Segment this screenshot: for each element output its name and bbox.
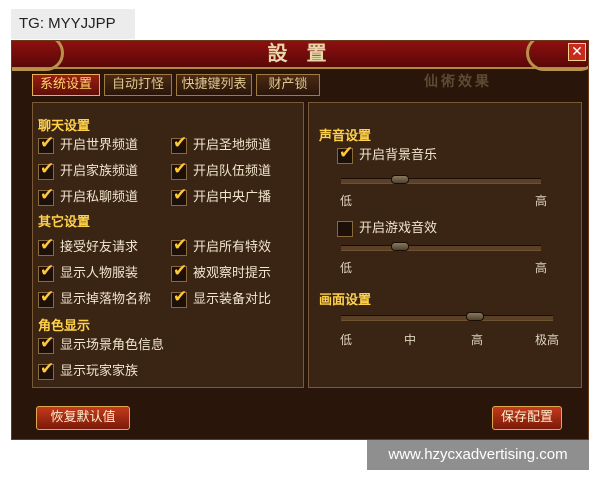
checkbox-label: 开启世界频道: [60, 138, 139, 153]
close-icon[interactable]: ✕: [568, 43, 586, 61]
checkbox-label: 显示场景角色信息: [60, 338, 165, 353]
tab-property-lock[interactable]: 财产锁: [256, 74, 320, 96]
ghost-header-text: 仙術效果: [424, 74, 492, 90]
check-icon: ✔: [173, 235, 188, 255]
music-low-label: 低: [340, 194, 353, 208]
checkbox-label: 开启中央广播: [193, 190, 272, 205]
tab-system-settings[interactable]: 系统设置: [32, 74, 100, 96]
checkbox-label: 显示人物服装: [60, 266, 139, 281]
role-display-title: 角色显示: [38, 319, 91, 334]
check-icon: ✔: [40, 359, 55, 379]
check-icon: ✔: [40, 333, 55, 353]
checkbox-label: 开启所有特效: [193, 240, 272, 255]
graphics-quality-thumb[interactable]: [466, 312, 484, 321]
checkbox-label: 开启游戏音效: [359, 221, 438, 236]
music-volume-thumb[interactable]: [391, 175, 409, 184]
checkbox-label: 接受好友请求: [60, 240, 139, 255]
graphics-settings-title: 画面设置: [319, 293, 372, 308]
check-icon: ✔: [173, 185, 188, 205]
checkbox-label: 开启家族频道: [60, 164, 139, 179]
check-icon: ✔: [173, 133, 188, 153]
check-icon: ✔: [40, 287, 55, 307]
checkbox-label: 显示装备对比: [193, 292, 272, 307]
check-icon: ✔: [339, 143, 354, 163]
check-icon: ✔: [40, 159, 55, 179]
effects-high-label: 高: [535, 261, 548, 275]
window-title: 設 置: [267, 41, 333, 65]
checkbox-label: 开启队伍频道: [193, 164, 272, 179]
music-volume-slider[interactable]: [341, 175, 541, 184]
check-icon: ✔: [173, 287, 188, 307]
check-icon: ✔: [40, 133, 55, 153]
graphics-quality-slider[interactable]: [341, 312, 553, 321]
check-icon: ✔: [40, 261, 55, 281]
tab-auto-battle[interactable]: 自动打怪: [104, 74, 172, 96]
sound-effects-slider[interactable]: [341, 242, 541, 251]
graphics-tick-mid: 中: [404, 333, 417, 347]
checkbox-label: 开启背景音乐: [359, 148, 438, 163]
checkbox-box: [337, 221, 353, 237]
effects-low-label: 低: [340, 261, 353, 275]
title-bar[interactable]: 設 置 ✕: [12, 41, 588, 71]
graphics-tick-high: 高: [471, 333, 484, 347]
checkbox-label: 显示掉落物名称: [60, 292, 152, 307]
checkbox-label: 显示玩家家族: [60, 364, 139, 379]
check-icon: ✔: [173, 159, 188, 179]
checkbox-label: 被观察时提示: [193, 266, 272, 281]
sound-graphics-panel: 声音设置 ✔ 开启背景音乐 低 高 开启游戏音效 低 高 画面设置 低 中 高 …: [308, 102, 582, 388]
check-icon: ✔: [173, 261, 188, 281]
tab-hotkey-list[interactable]: 快捷键列表: [176, 74, 252, 96]
graphics-tick-ultra: 极高: [535, 333, 560, 347]
chat-settings-title: 聊天设置: [38, 119, 91, 134]
settings-window: 設 置 ✕ 系统设置 自动打怪 快捷键列表 财产锁 仙術效果 聊天设置 ✔ 开启…: [11, 40, 589, 440]
check-icon: ✔: [40, 185, 55, 205]
restore-defaults-button[interactable]: 恢复默认值: [36, 406, 130, 430]
checkbox-label: 开启圣地频道: [193, 138, 272, 153]
watermark-bottom: www.hzycxadvertising.com: [367, 440, 589, 470]
music-high-label: 高: [535, 194, 548, 208]
sound-effects-thumb[interactable]: [391, 242, 409, 251]
check-icon: ✔: [40, 235, 55, 255]
general-settings-panel: 聊天设置 ✔ 开启世界频道 ✔ 开启圣地频道 ✔ 开启家族频道 ✔ 开启队伍频道…: [32, 102, 304, 388]
sound-settings-title: 声音设置: [319, 129, 372, 144]
other-settings-title: 其它设置: [38, 215, 91, 230]
watermark-top: TG: MYYJJPP: [11, 9, 135, 39]
checkbox-label: 开启私聊频道: [60, 190, 139, 205]
save-config-button[interactable]: 保存配置: [492, 406, 562, 430]
graphics-tick-low: 低: [340, 333, 353, 347]
